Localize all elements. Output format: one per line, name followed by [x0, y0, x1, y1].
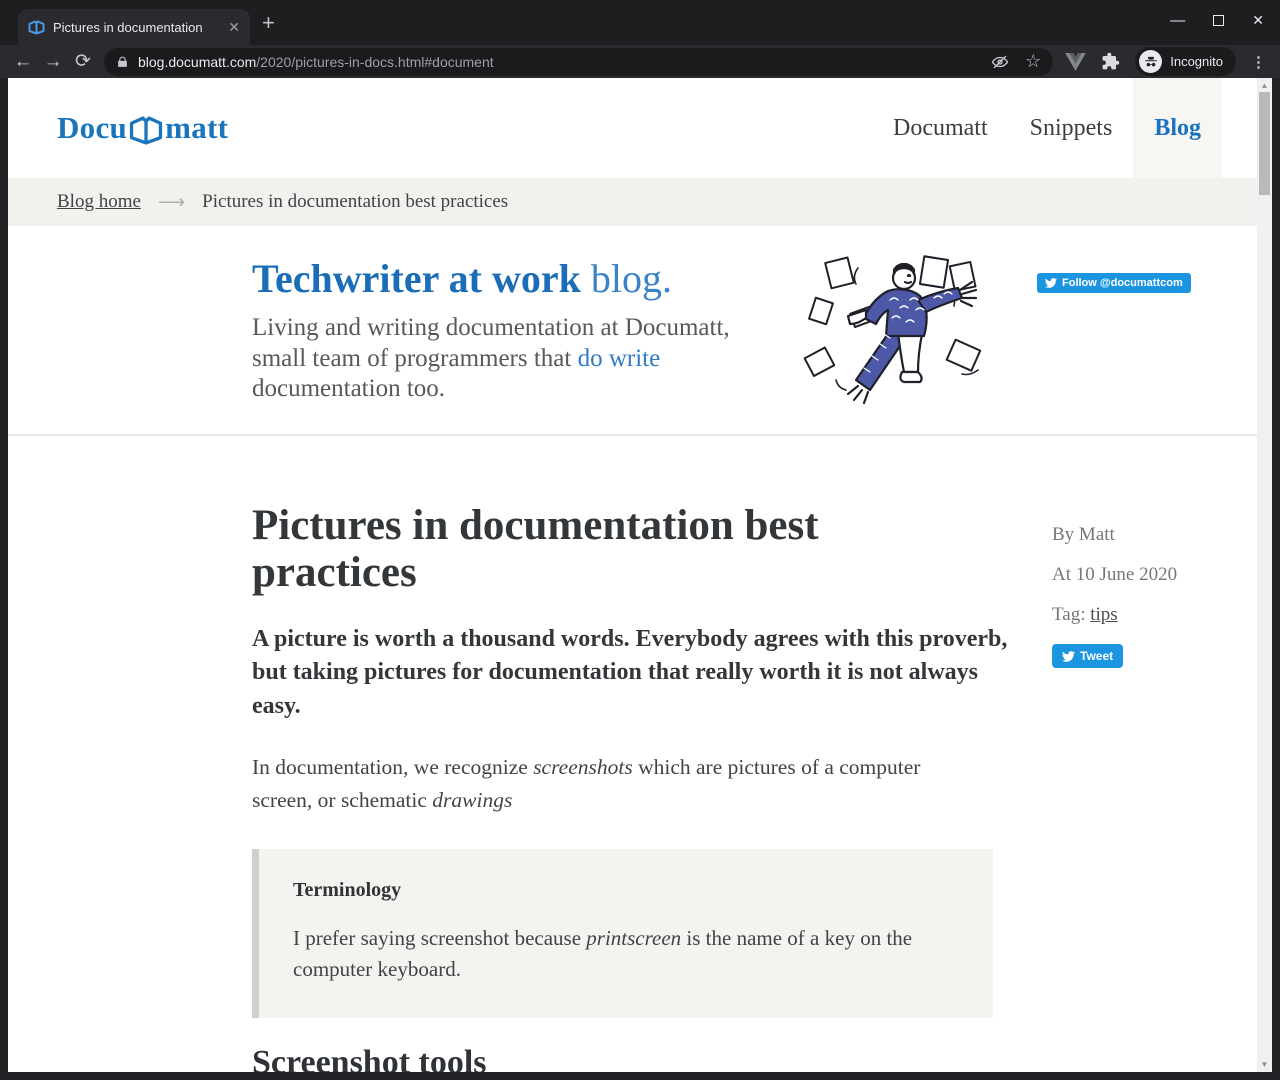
- blog-title-strong: Techwriter at work: [252, 256, 581, 301]
- book-icon: [128, 115, 164, 146]
- meta-date: At 10 June 2020: [1052, 564, 1177, 604]
- scroll-up-icon[interactable]: ▲: [1257, 81, 1272, 90]
- tab-close-icon[interactable]: ✕: [228, 19, 240, 36]
- do-write-link[interactable]: do write: [578, 345, 661, 372]
- paragraph-text: In documentation, we recognize: [252, 755, 533, 779]
- meta-author: By Matt: [1052, 524, 1177, 564]
- italic-drawings: drawings: [432, 788, 512, 812]
- admonition-text: I prefer saying screenshot because: [293, 926, 586, 950]
- logo-text-post: matt: [165, 110, 228, 146]
- minimize-button[interactable]: —: [1170, 16, 1185, 26]
- italic-screenshots: screenshots: [533, 755, 633, 779]
- blog-title-light: blog.: [581, 256, 672, 301]
- twitter-follow-button[interactable]: Follow @documattcom: [1037, 273, 1191, 293]
- article-title: Pictures in documentation best practices: [252, 502, 892, 597]
- tab-strip: Pictures in documentation ✕ + — ✕: [0, 0, 1280, 45]
- blog-title: Techwriter at work blog.: [252, 258, 764, 300]
- incognito-label: Incognito: [1170, 54, 1223, 69]
- blog-subtitle: Living and writing documentation at Docu…: [252, 313, 764, 405]
- twitter-bird-icon: [1045, 277, 1057, 289]
- breadcrumb: Blog home ⟶ Pictures in documentation be…: [8, 178, 1257, 226]
- book-favicon-icon: [28, 20, 45, 35]
- scroll-down-icon[interactable]: ▼: [1257, 1060, 1272, 1069]
- main-nav: Documatt Snippets Blog: [872, 78, 1222, 178]
- browser-tab[interactable]: Pictures in documentation ✕: [18, 9, 250, 45]
- section-heading: Screenshot tools: [252, 1044, 1257, 1072]
- incognito-icon: [1139, 50, 1162, 73]
- tweet-button-label: Tweet: [1080, 649, 1113, 663]
- tab-title: Pictures in documentation: [53, 20, 224, 35]
- article-paragraph: In documentation, we recognize screensho…: [252, 751, 967, 816]
- admonition-body: I prefer saying screenshot because print…: [293, 923, 933, 986]
- article-lead: A picture is worth a thousand words. Eve…: [252, 623, 1017, 724]
- browser-toolbar: ← → ⟳ blog.documatt.com/2020/pictures-in…: [0, 45, 1280, 78]
- url-path: /2020/pictures-in-docs.html#document: [256, 54, 493, 70]
- tweet-button[interactable]: Tweet: [1052, 644, 1123, 668]
- tag-tips-link[interactable]: tips: [1090, 604, 1117, 625]
- breadcrumb-home-link[interactable]: Blog home: [57, 191, 141, 213]
- follow-button-label: Follow @documattcom: [1062, 277, 1183, 289]
- admonition-title: Terminology: [293, 879, 959, 902]
- reload-button[interactable]: ⟳: [68, 45, 98, 78]
- italic-printscreen: printscreen: [586, 926, 681, 950]
- juggler-illustration: [800, 252, 1005, 407]
- nav-item-blog[interactable]: Blog: [1133, 78, 1222, 178]
- logo-text-pre: Docu: [57, 110, 127, 146]
- scrollbar[interactable]: ▲ ▼: [1257, 78, 1272, 1072]
- article-meta: By Matt At 10 June 2020 Tag: tips Tweet: [1052, 524, 1177, 669]
- browser-menu-icon[interactable]: ⋮: [1251, 53, 1266, 71]
- address-bar[interactable]: blog.documatt.com/2020/pictures-in-docs.…: [104, 48, 1053, 76]
- site-header: Docu matt Documatt Snippets Blog: [8, 78, 1257, 178]
- meta-tag: Tag: tips: [1052, 604, 1177, 644]
- breadcrumb-arrow-icon: ⟶: [158, 191, 185, 214]
- scrollbar-thumb[interactable]: [1259, 92, 1270, 195]
- tag-label: Tag:: [1052, 604, 1090, 625]
- forward-button[interactable]: →: [38, 45, 68, 78]
- nav-item-documatt[interactable]: Documatt: [872, 78, 1009, 178]
- back-button[interactable]: ←: [8, 45, 38, 78]
- terminology-admonition: Terminology I prefer saying screenshot b…: [252, 849, 993, 1018]
- window-close-button[interactable]: ✕: [1252, 12, 1264, 29]
- lock-icon: [116, 55, 129, 69]
- new-tab-button[interactable]: +: [262, 10, 275, 36]
- article: Pictures in documentation best practices…: [8, 436, 1257, 1072]
- twitter-bird-icon: [1062, 650, 1075, 663]
- page-viewport: Docu matt Documatt Snippets Blog Blog ho…: [8, 78, 1272, 1072]
- documatt-logo[interactable]: Docu matt: [57, 78, 228, 178]
- vue-devtools-icon[interactable]: [1065, 53, 1086, 71]
- url-text[interactable]: blog.documatt.com/2020/pictures-in-docs.…: [138, 54, 494, 70]
- extensions-puzzle-icon[interactable]: [1101, 52, 1120, 71]
- subtitle-text-end: documentation too.: [252, 375, 445, 402]
- maximize-button[interactable]: [1213, 15, 1224, 26]
- incognito-badge[interactable]: Incognito: [1135, 47, 1236, 76]
- nav-item-snippets[interactable]: Snippets: [1009, 78, 1134, 178]
- url-host: blog.documatt.com: [138, 54, 256, 70]
- hero-section: Techwriter at work blog. Living and writ…: [8, 226, 1257, 436]
- eye-slash-icon[interactable]: [991, 53, 1009, 71]
- breadcrumb-current: Pictures in documentation best practices: [202, 191, 508, 213]
- bookmark-star-icon[interactable]: ☆: [1025, 51, 1041, 72]
